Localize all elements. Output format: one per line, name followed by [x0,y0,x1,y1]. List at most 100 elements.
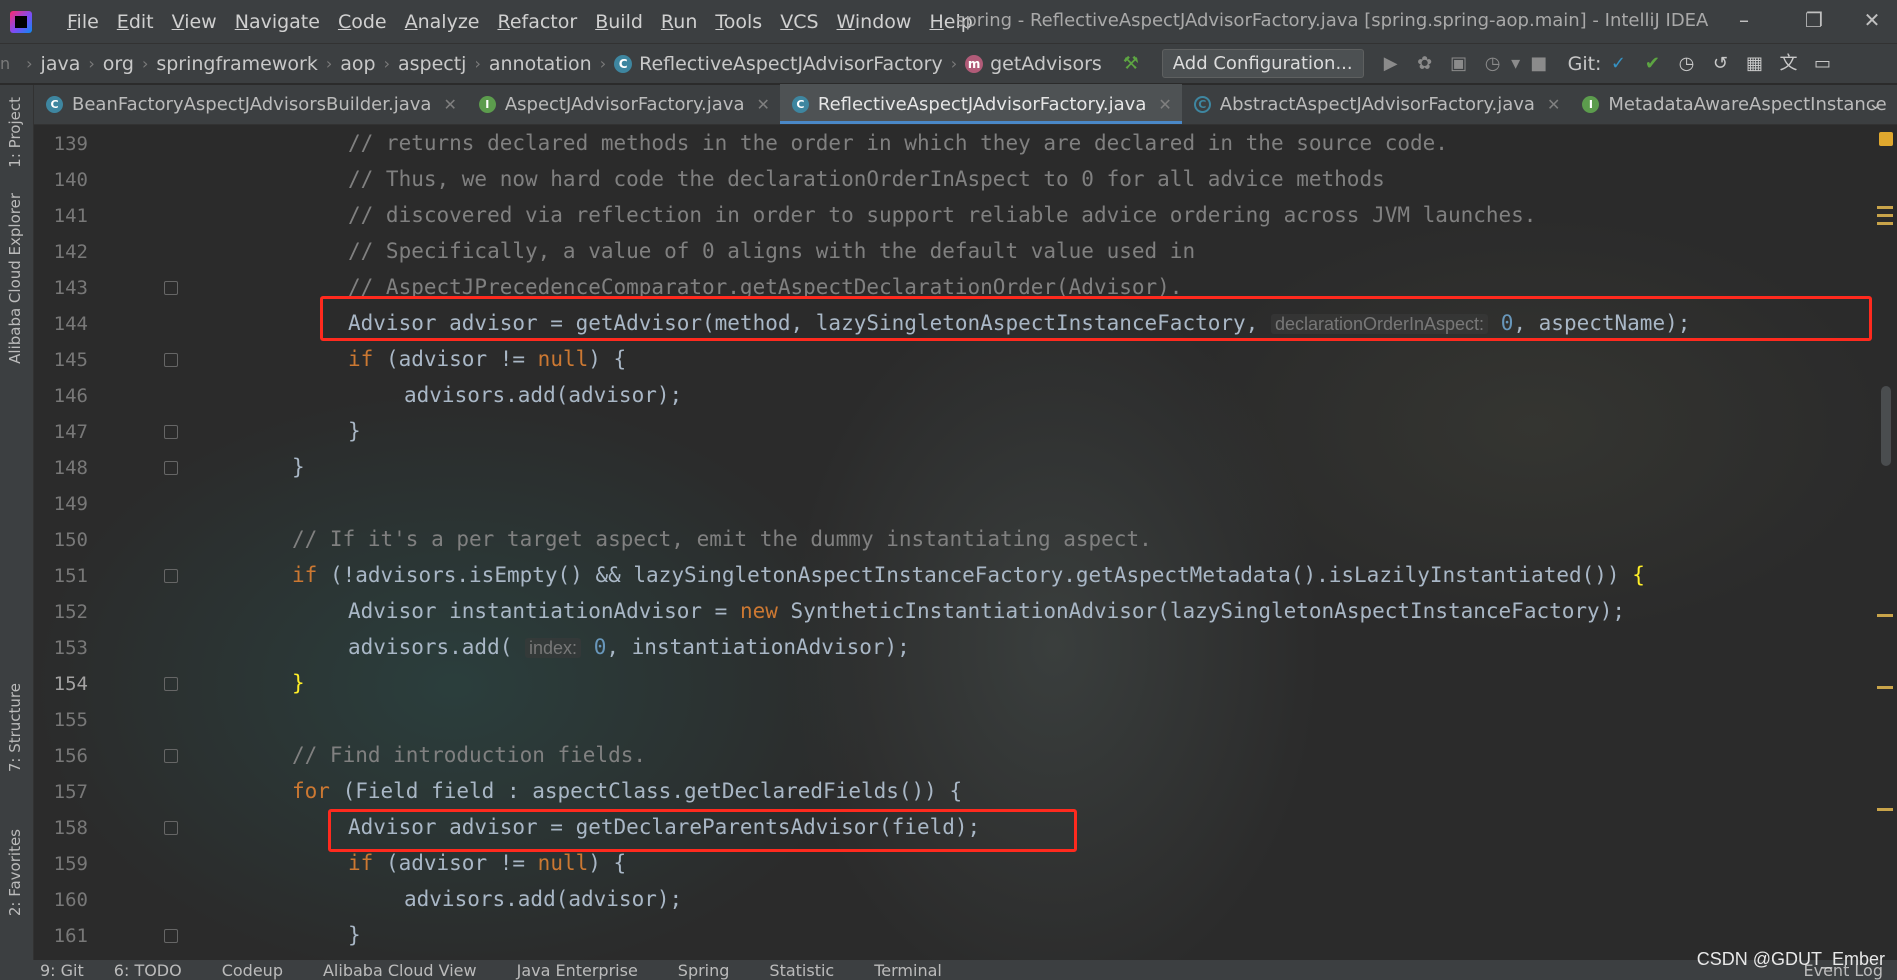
run-icon[interactable]: ▶ [1380,53,1402,75]
code-line-154: } [292,671,305,695]
git-update-icon[interactable]: ✓ [1607,53,1629,75]
code-line-146: advisors.add(advisor); [404,383,683,407]
menu-run[interactable]: Run [652,11,706,33]
tab-reflective-aspectj-advisor-factory[interactable]: C ReflectiveAspectJAdvisorFactory.java ✕ [779,84,1182,124]
class-icon: C [791,95,809,113]
history-icon[interactable]: ◷ [1675,53,1697,75]
breadcrumb-java[interactable]: java [41,53,81,75]
interface-icon: I [478,95,496,113]
coverage-icon[interactable]: ▣ [1448,53,1470,75]
tab-metadata-aware-aspect-instance[interactable]: I MetadataAwareAspectInstance [1570,84,1896,124]
profile-icon[interactable]: ◷ [1482,53,1504,75]
line-number: 149 [53,493,88,515]
restore-icon[interactable]: ❐ [1794,8,1834,32]
fold-marker-icon[interactable] [164,677,178,691]
close-tab-icon[interactable]: ✕ [1158,95,1171,114]
fold-marker-icon[interactable] [164,461,178,475]
menu-file[interactable]: File [58,11,108,33]
chevron-down-icon[interactable]: ▾ [1510,53,1522,75]
scroll-mark[interactable] [1877,206,1893,209]
tab-bean-factory-aspectj-advisors-builder[interactable]: C BeanFactoryAspectJAdvisorsBuilder.java… [34,84,467,124]
scroll-mark[interactable] [1877,214,1893,217]
breadcrumb-class[interactable]: ReflectiveAspectJAdvisorFactory [639,53,943,75]
code-line-161: } [348,923,361,947]
translate-icon[interactable]: 文 [1777,53,1799,75]
chevron-right-icon: › [383,54,390,73]
build-hammer-icon[interactable]: ⚒ [1120,53,1142,75]
close-tab-icon[interactable]: ✕ [1547,95,1560,114]
minimize-icon[interactable]: – [1724,8,1764,32]
project-structure-icon[interactable]: ▦ [1743,53,1765,75]
abstract-class-icon: C [1193,95,1211,113]
main-menu: File Edit View Navigate Code Analyze Ref… [58,11,982,33]
menu-build[interactable]: Build [586,11,652,33]
menu-code[interactable]: Code [329,11,396,33]
close-tab-icon[interactable]: ✕ [443,95,456,114]
tool-spring[interactable]: Spring [678,961,730,980]
bottom-tool-bar: 9: Git 6: TODO Codeup Alibaba Cloud View… [0,960,1897,980]
stop-icon[interactable]: ■ [1528,53,1550,75]
menu-refactor[interactable]: Refactor [488,11,586,33]
tool-statistic[interactable]: Statistic [769,961,834,980]
breadcrumb-method[interactable]: getAdvisors [990,53,1102,75]
breadcrumb-aop[interactable]: aop [340,53,375,75]
parameter-hint: index: [525,638,582,658]
highlight-box [320,296,1872,341]
add-configuration-button[interactable]: Add Configuration... [1161,49,1364,78]
scroll-mark[interactable] [1877,222,1893,225]
line-number: 160 [53,889,88,911]
tool-git[interactable]: 9: Git [40,961,84,980]
close-tab-icon[interactable]: ✕ [756,95,769,114]
tab-aspectj-advisor-factory[interactable]: I AspectJAdvisorFactory.java ✕ [467,84,780,124]
tool-structure[interactable]: 7: Structure [6,683,24,772]
tool-alibaba-cloud-view[interactable]: Alibaba Cloud View [323,961,477,980]
code-line-151: if (!advisors.isEmpty() && lazySingleton… [292,563,1645,587]
breadcrumb-springframework[interactable]: springframework [156,53,317,75]
tool-todo[interactable]: 6: TODO [114,961,182,980]
tool-codeup[interactable]: Codeup [222,961,283,980]
scroll-mark[interactable] [1877,686,1893,689]
fold-marker-icon[interactable] [164,749,178,763]
tool-favorites[interactable]: 2: Favorites [6,829,24,916]
menu-window[interactable]: Window [828,11,921,33]
tool-project[interactable]: 1: Project [6,97,24,168]
window-title: spring - ReflectiveAspectJAdvisorFactory… [956,10,1709,31]
fold-marker-icon[interactable] [164,929,178,943]
tab-label: BeanFactoryAspectJAdvisorsBuilder.java [72,93,432,115]
method-icon: m [965,54,984,73]
menu-edit[interactable]: Edit [108,11,163,33]
menu-view[interactable]: View [163,11,226,33]
editor-scrollbar[interactable] [1874,126,1897,960]
line-number: 147 [53,421,88,443]
git-commit-icon[interactable]: ✔ [1641,53,1663,75]
breadcrumb-annotation[interactable]: annotation [489,53,592,75]
close-icon[interactable]: ✕ [1852,8,1892,32]
git-label: Git: [1567,52,1602,75]
debug-icon[interactable]: ✿ [1414,53,1436,75]
warning-icon[interactable] [1879,132,1893,146]
presentation-icon[interactable]: ▭ [1811,53,1833,75]
rollback-icon[interactable]: ↺ [1709,53,1731,75]
scroll-mark[interactable] [1877,614,1893,617]
fold-marker-icon[interactable] [164,281,178,295]
fold-marker-icon[interactable] [164,425,178,439]
fold-marker-icon[interactable] [164,821,178,835]
code-comment: // returns declared methods in the order… [348,131,1448,155]
fold-marker-icon[interactable] [164,569,178,583]
tool-terminal[interactable]: Terminal [874,961,942,980]
menu-tools[interactable]: Tools [706,11,771,33]
menu-analyze[interactable]: Analyze [396,11,489,33]
tool-alibaba-cloud-explorer[interactable]: Alibaba Cloud Explorer [6,193,24,364]
fold-marker-icon[interactable] [164,353,178,367]
menu-navigate[interactable]: Navigate [226,11,329,33]
code-editor[interactable]: 139 140 141 142 143 144 145 146 147 148 … [34,126,1874,960]
chevron-down-icon[interactable]: ⌄ [1868,93,1883,114]
scroll-mark[interactable] [1877,808,1893,811]
breadcrumb-aspectj[interactable]: aspectj [398,53,466,75]
tool-java-enterprise[interactable]: Java Enterprise [517,961,638,980]
watermark: CSDN @GDUT_Ember [1696,949,1885,969]
breadcrumb-org[interactable]: org [103,53,134,75]
menu-vcs[interactable]: VCS [771,11,827,33]
scrollbar-thumb[interactable] [1881,386,1891,466]
tab-abstract-aspectj-advisor-factory[interactable]: C AbstractAspectJAdvisorFactory.java ✕ [1182,84,1571,124]
